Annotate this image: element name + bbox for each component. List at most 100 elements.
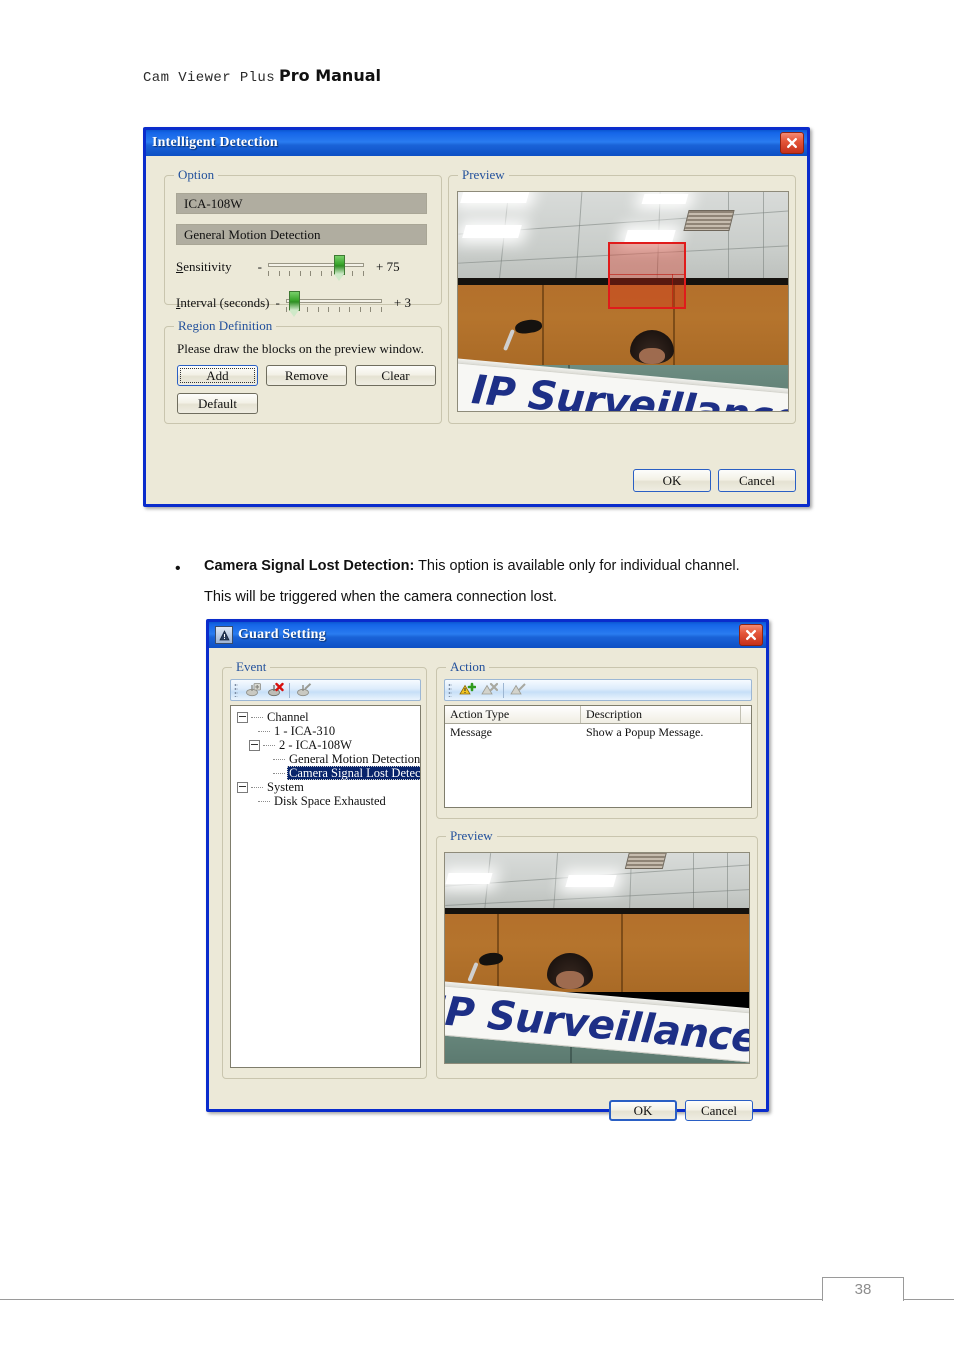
tree-item-label: Camera Signal Lost Detection [287, 766, 420, 780]
interval-thumb[interactable] [288, 291, 300, 317]
tree-item-label: System [267, 780, 304, 794]
cell-action-type: Message [450, 725, 492, 739]
table-row[interactable]: Message Show a Popup Message. [445, 724, 751, 740]
interval-value: + 3 [393, 295, 411, 310]
tree-item-channel[interactable]: Channel [231, 710, 420, 724]
page-title-product: Cam Viewer Plus [143, 70, 276, 86]
dialog1-body: Option ICA-108W General Motion Detection… [146, 156, 807, 504]
remove-region-button[interactable]: Remove [266, 365, 347, 386]
action-list[interactable]: Action Type Description Message Show a P… [444, 705, 752, 808]
bullet-marker: • [175, 560, 181, 577]
sensitivity-value: + 75 [375, 259, 400, 274]
preview-image-2[interactable]: IP Surveillance [444, 852, 750, 1064]
column-action-type[interactable]: Action Type [445, 706, 581, 723]
tree-item-ica310[interactable]: 1 - ICA-310 [231, 724, 420, 738]
bullet-paragraph: Camera Signal Lost Detection: This optio… [204, 551, 835, 613]
region-hint: Please draw the blocks on the preview wi… [177, 341, 424, 356]
event-group: Event Channel 1 - ICA-310 2 - ICA-108W G… [222, 659, 427, 1079]
add-event-icon[interactable] [242, 680, 264, 700]
expander-icon[interactable] [237, 711, 248, 723]
action-group-label: Action [446, 659, 490, 675]
camera-signal-lost-description: • Camera Signal Lost Detection: This opt… [175, 551, 835, 613]
cancel-button-2[interactable]: Cancel [685, 1100, 753, 1121]
event-tree[interactable]: Channel 1 - ICA-310 2 - ICA-108W General… [230, 705, 421, 1068]
option-group-label: Option [174, 167, 219, 183]
interval-row: Interval (seconds) - + 3 [176, 290, 431, 317]
interval-label: Interval (seconds) [176, 295, 270, 310]
dialog1-titlebar[interactable]: Intelligent Detection [146, 130, 807, 156]
preview-image-1[interactable]: IP Surveillance [457, 191, 789, 412]
page-title-suffix: Pro Manual [279, 66, 381, 85]
intelligent-detection-dialog: Intelligent Detection Option ICA-108W Ge… [143, 127, 810, 507]
ok-button-1[interactable]: OK [633, 469, 711, 492]
edit-event-icon[interactable] [293, 680, 315, 700]
tree-item-disk-space-exhausted[interactable]: Disk Space Exhausted [231, 794, 420, 808]
bullet-line1: This option is available only for indivi… [414, 558, 740, 574]
toolbar-grip[interactable] [234, 683, 238, 697]
page-number: 38 [822, 1277, 904, 1301]
toolbar-grip[interactable] [448, 683, 452, 697]
preview-group-2: Preview IP Surveillance [436, 828, 758, 1079]
toolbar-separator [503, 682, 504, 698]
clear-region-button[interactable]: Clear [355, 365, 436, 386]
page-title: Cam Viewer Plus Pro Manual [143, 66, 381, 86]
dialog1-title: Intelligent Detection [152, 135, 278, 150]
toolbar-separator [289, 682, 290, 698]
camera-scene-2: IP Surveillance [445, 853, 749, 1063]
expander-icon[interactable] [237, 781, 248, 793]
guard-icon [215, 626, 233, 644]
cell-description: Show a Popup Message. [586, 725, 704, 739]
sensitivity-row: Sensitivity - + 75 [176, 254, 431, 281]
bullet-title: Camera Signal Lost Detection: [204, 558, 415, 574]
default-region-button[interactable]: Default [177, 393, 258, 414]
tree-item-label: Channel [267, 710, 309, 724]
cancel-button-1[interactable]: Cancel [718, 469, 796, 492]
close-icon[interactable] [739, 624, 763, 646]
close-icon[interactable] [780, 132, 804, 154]
region-definition-label: Region Definition [174, 318, 277, 334]
sensitivity-label: Sensitivity [176, 259, 232, 274]
dialog2-title: Guard Setting [238, 627, 326, 642]
delete-event-icon[interactable] [264, 680, 286, 700]
ok-button-2[interactable]: OK [609, 1100, 677, 1121]
tree-item-label: 2 - ICA-108W [279, 738, 352, 752]
expander-icon[interactable] [249, 739, 260, 751]
tree-item-label: Disk Space Exhausted [274, 794, 386, 808]
tree-item-camera-signal-lost-detection[interactable]: Camera Signal Lost Detection [231, 766, 420, 780]
camera-name-field: ICA-108W [176, 193, 427, 214]
tree-item-ica108w[interactable]: 2 - ICA-108W [231, 738, 420, 752]
event-tree-content: Channel 1 - ICA-310 2 - ICA-108W General… [231, 706, 420, 808]
sensitivity-thumb[interactable] [333, 255, 345, 281]
action-list-header: Action Type Description [445, 706, 751, 724]
event-group-label: Event [232, 659, 271, 675]
tree-item-label: General Motion Detection [289, 752, 421, 766]
detection-region-box[interactable] [608, 242, 686, 309]
option-group: Option ICA-108W General Motion Detection… [164, 167, 442, 317]
edit-action-icon[interactable] [507, 680, 529, 700]
tree-item-label: 1 - ICA-310 [274, 724, 336, 738]
dialog2-titlebar[interactable]: Guard Setting [209, 622, 766, 648]
add-region-button[interactable]: Add [177, 365, 258, 386]
footer-divider [0, 1299, 954, 1300]
preview-group-1: Preview IP Surveillance [448, 167, 796, 424]
column-description[interactable]: Description [581, 706, 741, 723]
interval-minus: - [275, 295, 280, 310]
action-group: Action Action Type Description Message S… [436, 659, 758, 819]
interval-slider[interactable] [285, 290, 382, 317]
detection-type-field: General Motion Detection [176, 224, 427, 245]
add-action-icon[interactable] [456, 680, 478, 700]
region-definition-group: Region Definition Please draw the blocks… [164, 318, 442, 424]
preview-group-1-label: Preview [458, 167, 509, 183]
sensitivity-minus: - [257, 259, 262, 274]
tree-item-general-motion-detection[interactable]: General Motion Detection [231, 752, 420, 766]
bullet-line2: This will be triggered when the camera c… [204, 589, 558, 605]
dialog2-body: Event Channel 1 - ICA-310 2 - ICA-108W G… [209, 648, 766, 1121]
tree-item-system[interactable]: System [231, 780, 420, 794]
sensitivity-slider[interactable] [267, 254, 364, 281]
guard-setting-dialog: Guard Setting Event Channel 1 - ICA-310 … [206, 619, 769, 1121]
event-toolbar [230, 679, 421, 701]
camera-scene-1: IP Surveillance [458, 192, 788, 411]
delete-action-icon[interactable] [478, 680, 500, 700]
action-toolbar [444, 679, 752, 701]
preview-group-2-label: Preview [446, 828, 497, 844]
